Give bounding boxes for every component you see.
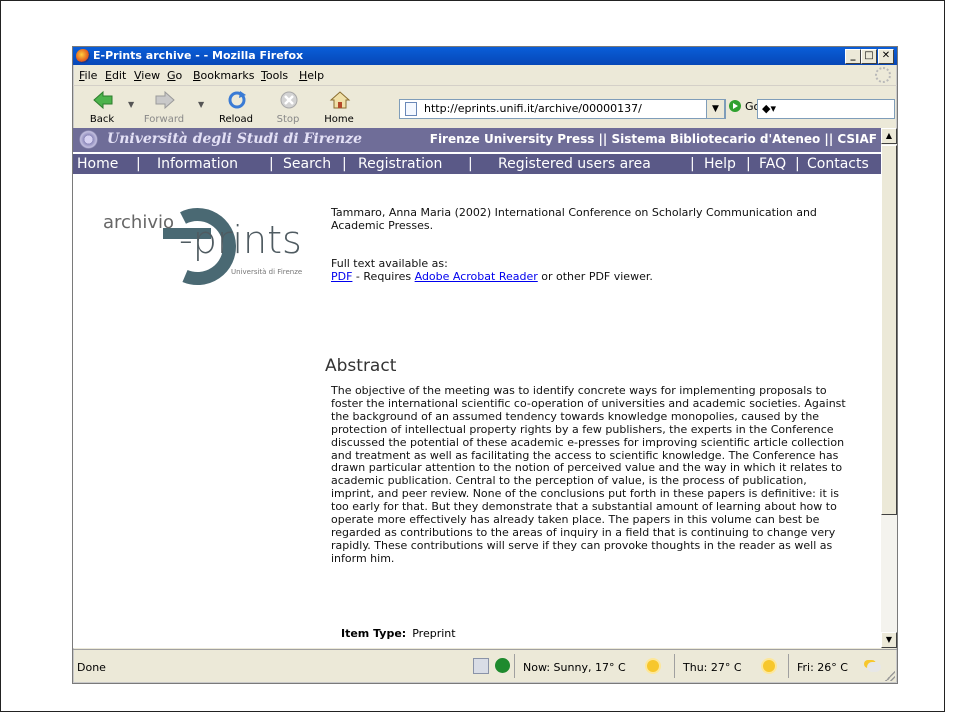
item-type-value: Preprint <box>412 627 456 640</box>
browser-window: E-Prints archive - - Mozilla Firefox _ □… <box>72 46 898 684</box>
nav-search[interactable]: Search <box>283 156 331 172</box>
maximize-button[interactable]: □ <box>861 49 877 64</box>
university-seal-icon <box>79 130 98 149</box>
eprints-logo: archivio -prints Università di Firenze <box>103 200 313 290</box>
address-dropdown-icon[interactable]: ▼ <box>706 99 725 119</box>
scroll-thumb[interactable] <box>881 145 897 515</box>
scroll-down-button[interactable]: ▼ <box>881 632 897 648</box>
citation: Tammaro, Anna Maria (2002) International… <box>331 206 817 232</box>
status-green-icon[interactable] <box>495 658 510 673</box>
banner-links[interactable]: Firenze University Press || Sistema Bibl… <box>430 132 877 146</box>
update-icon[interactable] <box>473 658 489 674</box>
scroll-up-button[interactable]: ▲ <box>881 128 897 144</box>
logo-eprints-text: -prints <box>179 218 302 262</box>
abstract-heading: Abstract <box>325 356 397 376</box>
status-bar: Done Now: Sunny, 17° C Thu: 27° C Fri: 2… <box>73 649 897 683</box>
minimize-button[interactable]: _ <box>845 49 861 64</box>
nav-information[interactable]: Information <box>157 156 238 172</box>
stop-icon <box>280 91 298 109</box>
weather-fri-text: Fri: 26° C <box>797 661 848 674</box>
logo-university-text: Università di Firenze <box>231 268 303 276</box>
url-text: http://eprints.unifi.it/archive/00000137… <box>424 102 642 115</box>
home-button[interactable]: Home <box>316 88 362 126</box>
back-button[interactable]: Back <box>79 88 125 126</box>
menu-bar: File Edit View Go Bookmarks Tools Help <box>73 66 897 84</box>
abstract-text: The objective of the meeting was to iden… <box>331 384 846 565</box>
pdf-link[interactable]: PDF <box>331 270 352 283</box>
fulltext-label: Full text available as: <box>331 257 448 270</box>
nav-separator: | <box>746 156 751 172</box>
weather-now-text: Now: Sunny, 17° C <box>523 661 626 674</box>
university-banner: Università degli Studi di Firenze Firenz… <box>73 128 881 152</box>
menu-tools[interactable]: Tools <box>261 69 288 82</box>
item-type-label: Item Type: <box>341 627 407 640</box>
menu-help[interactable]: Help <box>299 69 324 82</box>
logo-archivio-text: archivio <box>103 212 175 233</box>
reload-button[interactable]: Reload <box>213 88 259 126</box>
stop-label: Stop <box>276 114 300 125</box>
throbber-icon <box>875 67 891 83</box>
weather-fri[interactable]: Fri: 26° C <box>788 654 889 678</box>
address-bar[interactable]: http://eprints.unifi.it/archive/00000137… <box>399 99 726 119</box>
nav-separator: | <box>342 156 347 172</box>
menu-edit[interactable]: Edit <box>105 69 126 82</box>
weather-now[interactable]: Now: Sunny, 17° C <box>514 654 673 678</box>
nav-separator: | <box>269 156 274 172</box>
nav-separator: | <box>795 156 800 172</box>
close-button[interactable]: ✕ <box>878 49 894 64</box>
weather-thu[interactable]: Thu: 27° C <box>674 654 787 678</box>
nav-separator: | <box>468 156 473 172</box>
weather-thu-text: Thu: 27° C <box>683 661 742 674</box>
menu-file[interactable]: File <box>79 69 97 82</box>
back-dropdown-icon[interactable]: ▼ <box>128 100 134 109</box>
forward-button[interactable]: Forward <box>141 88 187 126</box>
navigation-toolbar: Back ▼ Forward ▼ Reload Stop Home http:/… <box>73 85 897 128</box>
resize-grip-icon[interactable] <box>885 671 895 681</box>
window-title: E-Prints archive - - Mozilla Firefox <box>93 49 304 62</box>
menu-go[interactable]: Go <box>167 69 182 82</box>
reload-icon <box>228 91 246 109</box>
university-name: Università degli Studi di Firenze <box>107 131 363 147</box>
sunny-icon <box>647 660 659 672</box>
nav-registration[interactable]: Registration <box>358 156 442 172</box>
nav-separator: | <box>136 156 141 172</box>
search-engine-icon[interactable]: ◆▾ <box>762 102 776 115</box>
requires-text: - Requires <box>352 270 415 283</box>
menu-bookmarks[interactable]: Bookmarks <box>193 69 254 82</box>
firefox-icon <box>76 49 90 63</box>
reload-label: Reload <box>218 114 254 125</box>
nav-home[interactable]: Home <box>77 156 118 172</box>
search-box[interactable]: ◆▾ <box>757 99 895 119</box>
menu-view[interactable]: View <box>134 69 160 82</box>
title-bar: E-Prints archive - - Mozilla Firefox _ □… <box>73 47 897 65</box>
nav-faq[interactable]: FAQ <box>759 156 786 172</box>
go-icon <box>729 100 741 112</box>
forward-label: Forward <box>143 114 185 125</box>
sunny-icon <box>763 660 775 672</box>
back-label: Back <box>89 114 115 125</box>
forward-arrow-icon <box>155 90 175 110</box>
home-label: Home <box>324 114 354 125</box>
nav-registered-users[interactable]: Registered users area <box>498 156 651 172</box>
page-viewport: Università degli Studi di Firenze Firenz… <box>73 128 897 648</box>
partly-cloudy-icon <box>867 662 881 672</box>
item-type-row: Item Type: Preprint <box>341 627 456 640</box>
fulltext-links: PDF - Requires Adobe Acrobat Reader or o… <box>331 270 653 283</box>
nav-contacts[interactable]: Contacts <box>807 156 869 172</box>
vertical-scrollbar[interactable]: ▲ ▼ <box>881 128 897 648</box>
viewer-text: or other PDF viewer. <box>537 270 653 283</box>
site-nav: Home | Information | Search | Registrati… <box>73 154 881 174</box>
nav-separator: | <box>690 156 695 172</box>
status-text: Done <box>77 661 106 674</box>
go-button[interactable]: Go <box>729 100 760 118</box>
forward-dropdown-icon[interactable]: ▼ <box>198 100 204 109</box>
stop-button[interactable]: Stop <box>265 88 311 126</box>
nav-help[interactable]: Help <box>704 156 736 172</box>
home-icon <box>329 91 351 109</box>
back-arrow-icon <box>93 90 113 110</box>
acrobat-reader-link[interactable]: Adobe Acrobat Reader <box>415 270 538 283</box>
page-icon <box>405 102 417 116</box>
